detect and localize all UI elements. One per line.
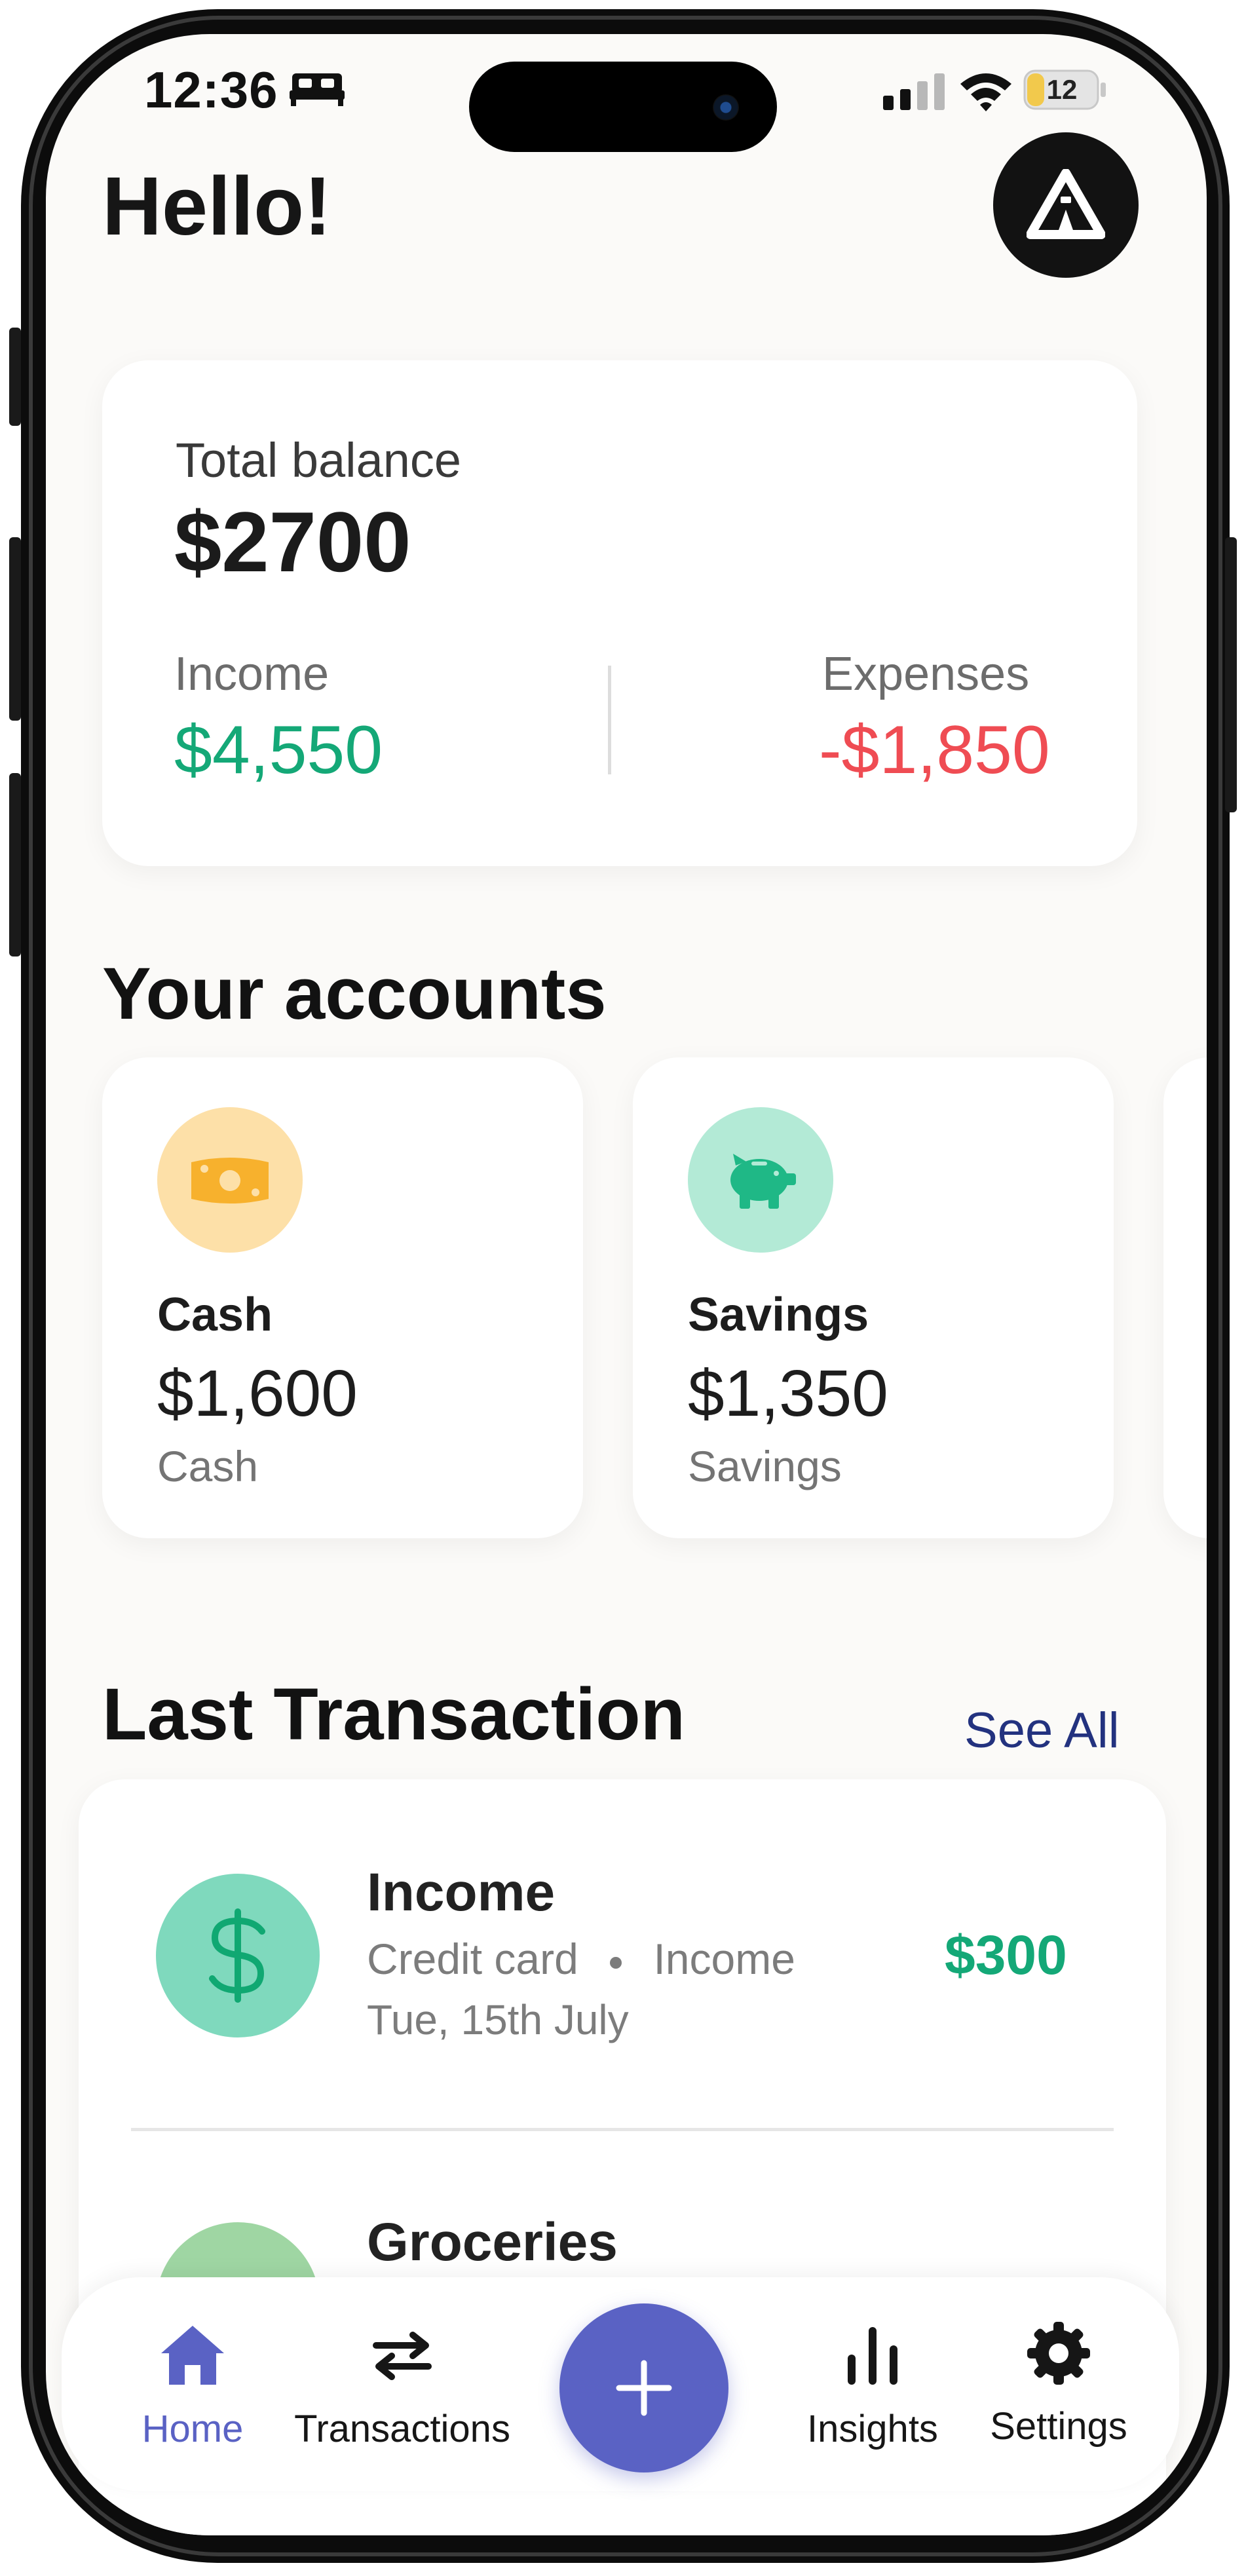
transaction-amount: $300 [945,1924,1067,1986]
signal-icon [883,73,945,110]
transaction-category: Income [653,1935,795,1983]
wifi-icon [960,73,1011,111]
nav-item-home[interactable]: Home [114,2323,271,2454]
add-transaction-button[interactable] [559,2303,728,2472]
account-type: Cash [157,1442,259,1490]
page-title: Hello! [102,160,332,252]
nav-item-transactions[interactable]: Transactions [265,2323,540,2454]
income-label: Income [174,648,330,700]
transaction-name: Income [367,1863,556,1922]
expenses-label: Expenses [822,648,1030,700]
gear-icon [1027,2322,1090,2385]
status-time: 12:36 [144,61,278,119]
transaction-icon [156,1874,320,2037]
bar-chart-icon [848,2327,897,2385]
plus-icon [616,2360,672,2416]
nav-label: Home [142,2408,244,2450]
piggy-bank-icon [730,1154,796,1209]
transaction-method: Credit card [367,1935,578,1983]
cash-icon [191,1158,269,1203]
account-name: Savings [688,1289,869,1341]
see-all-link[interactable]: See All [964,1702,1120,1759]
tent-logo-icon [1027,169,1105,239]
piggy-bank-icon-wrap [688,1107,833,1253]
nav-label: Insights [807,2408,938,2450]
transaction-meta: Credit card Income [367,1934,795,1984]
account-type: Savings [688,1442,842,1490]
dollar-icon [209,1908,265,2003]
cash-icon-wrap [157,1107,303,1253]
transactions-title: Last Transaction [102,1673,686,1755]
dynamic-island [469,62,777,152]
nav-item-settings[interactable]: Settings [973,2322,1144,2454]
volume-down-button [9,773,21,957]
profile-avatar[interactable] [993,132,1139,278]
battery-icon: 12 [1023,69,1108,110]
nav-item-insights[interactable]: Insights [794,2323,951,2454]
transaction-name: Groceries [367,2212,618,2272]
nav-label: Transactions [294,2408,510,2450]
app-screen: 12:36 12 Hello! Total balance $2700 Inco… [46,34,1207,2535]
total-balance-amount: $2700 [174,494,411,590]
account-balance: $1,350 [688,1357,888,1430]
transaction-divider [131,2128,1114,2131]
home-icon [161,2326,224,2385]
balance-divider [608,666,611,774]
battery-level: 12 [1046,74,1078,105]
power-button [1225,537,1237,812]
total-balance-label: Total balance [176,433,462,487]
transaction-date: Tue, 15th July [367,1996,629,2043]
nav-label: Settings [990,2405,1127,2448]
account-card-cash[interactable]: Cash $1,600 Cash [102,1057,583,1538]
account-balance: $1,600 [157,1357,358,1430]
meta-separator-dot [610,1956,622,1969]
volume-up-button [9,537,21,721]
accounts-title: Your accounts [102,953,607,1034]
income-amount: $4,550 [174,712,383,788]
account-name: Cash [157,1289,273,1341]
account-card-savings[interactable]: Savings $1,350 Savings [633,1057,1114,1538]
swap-arrows-icon [373,2332,432,2380]
expenses-amount: -$1,850 [819,712,1050,788]
bed-icon [290,73,345,106]
account-card-partial[interactable] [1163,1057,1207,1538]
front-camera [713,94,739,121]
action-button [9,328,21,426]
